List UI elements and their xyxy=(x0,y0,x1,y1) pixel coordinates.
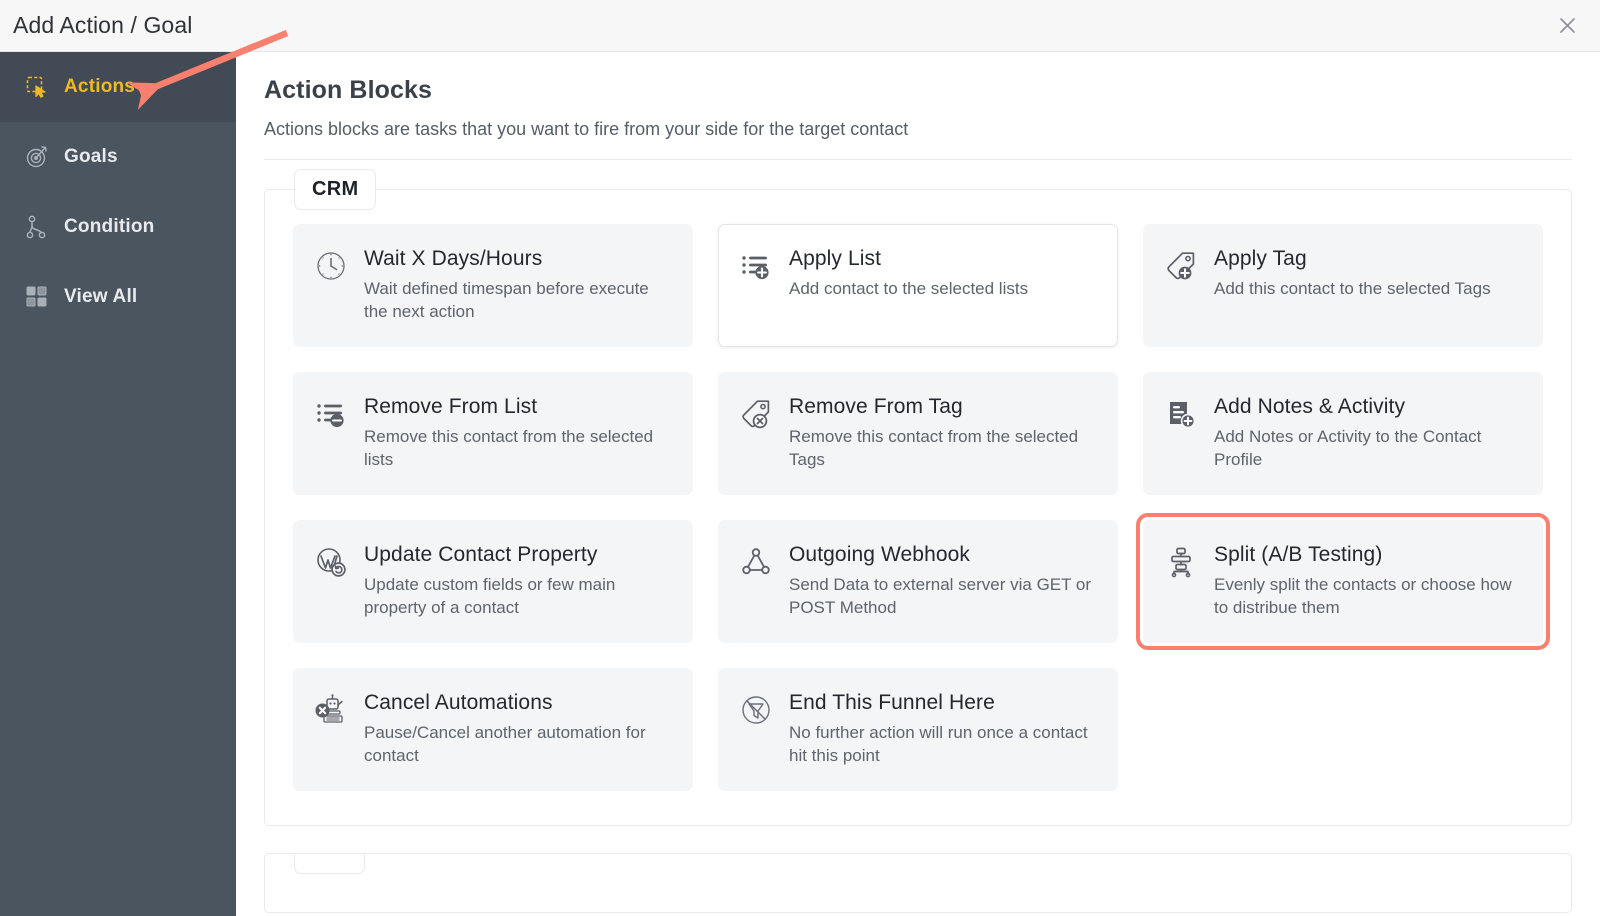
action-card-title: Apply List xyxy=(789,247,1097,271)
action-card-title: Remove From List xyxy=(364,395,672,419)
action-card-desc: No further action will run once a contac… xyxy=(789,722,1097,767)
sidebar-item-goals[interactable]: Goals xyxy=(0,122,236,192)
action-card-split-ab-testing[interactable]: Split (A/B Testing) Evenly split the con… xyxy=(1143,520,1543,643)
split-icon xyxy=(1164,545,1198,579)
action-card-cancel-automations[interactable]: Cancel Automations Pause/Cancel another … xyxy=(293,668,693,791)
sidebar: Actions Goals xyxy=(0,52,236,916)
tag-add-icon xyxy=(1164,249,1198,283)
action-card-title: Add Notes & Activity xyxy=(1214,395,1522,419)
action-card-title: End This Funnel Here xyxy=(789,691,1097,715)
action-card-desc: Send Data to external server via GET or … xyxy=(789,574,1097,619)
clock-icon xyxy=(314,249,348,283)
action-card-add-notes-activity[interactable]: Add Notes & Activity Add Notes or Activi… xyxy=(1143,372,1543,495)
sidebar-item-label: Condition xyxy=(64,216,154,238)
action-card-title: Wait X Days/Hours xyxy=(364,247,672,271)
action-card-remove-from-tag[interactable]: Remove From Tag Remove this contact from… xyxy=(718,372,1118,495)
close-button[interactable] xyxy=(1552,11,1582,41)
action-card-outgoing-webhook[interactable]: Outgoing Webhook Send Data to external s… xyxy=(718,520,1118,643)
add-action-goal-modal: Add Action / Goal Actions xyxy=(0,0,1600,916)
page-title: Action Blocks xyxy=(264,76,1572,105)
webhook-icon xyxy=(739,545,773,579)
branch-icon xyxy=(24,214,50,240)
action-card-desc: Add contact to the selected lists xyxy=(789,278,1097,301)
robot-cancel-icon xyxy=(314,693,348,727)
sidebar-item-actions[interactable]: Actions xyxy=(0,52,236,122)
close-icon xyxy=(1558,16,1577,35)
header-divider xyxy=(264,159,1572,160)
tag-remove-icon xyxy=(739,397,773,431)
category-badge-next xyxy=(294,853,365,874)
action-card-update-contact-property[interactable]: Update Contact Property Update custom fi… xyxy=(293,520,693,643)
cursor-click-icon xyxy=(24,74,50,100)
action-blocks-grid: Wait X Days/Hours Wait defined timespan … xyxy=(293,224,1543,791)
sidebar-item-label: View All xyxy=(64,286,137,308)
target-icon xyxy=(24,144,50,170)
action-card-desc: Evenly split the contacts or choose how … xyxy=(1214,574,1522,619)
action-card-desc: Wait defined timespan before execute the… xyxy=(364,278,672,323)
category-panel-crm: CRM Wait X D xyxy=(264,189,1572,826)
funnel-blocked-icon xyxy=(739,693,773,727)
action-card-apply-list[interactable]: Apply List Add contact to the selected l… xyxy=(718,224,1118,347)
modal-header: Add Action / Goal xyxy=(0,0,1600,52)
modal-title: Add Action / Goal xyxy=(13,12,192,39)
action-card-title: Apply Tag xyxy=(1214,247,1522,271)
action-card-title: Outgoing Webhook xyxy=(789,543,1097,567)
wordpress-refresh-icon xyxy=(314,545,348,579)
list-add-icon xyxy=(739,249,773,283)
page-subtitle: Actions blocks are tasks that you want t… xyxy=(264,119,1572,140)
category-badge: CRM xyxy=(294,169,376,210)
action-card-desc: Update custom fields or few main propert… xyxy=(364,574,672,619)
sidebar-item-label: Goals xyxy=(64,146,118,168)
note-add-icon xyxy=(1164,397,1198,431)
action-card-wait-x-days-hours[interactable]: Wait X Days/Hours Wait defined timespan … xyxy=(293,224,693,347)
action-card-title: Cancel Automations xyxy=(364,691,672,715)
action-card-desc: Add this contact to the selected Tags xyxy=(1214,278,1522,301)
action-card-title: Update Contact Property xyxy=(364,543,672,567)
action-card-remove-from-list[interactable]: Remove From List Remove this contact fro… xyxy=(293,372,693,495)
action-card-desc: Add Notes or Activity to the Contact Pro… xyxy=(1214,426,1522,471)
action-card-title: Remove From Tag xyxy=(789,395,1097,419)
action-card-title: Split (A/B Testing) xyxy=(1214,543,1522,567)
sidebar-item-label: Actions xyxy=(64,76,135,98)
action-card-apply-tag[interactable]: Apply Tag Add this contact to the select… xyxy=(1143,224,1543,347)
main-content: Action Blocks Actions blocks are tasks t… xyxy=(236,52,1600,916)
sidebar-item-view-all[interactable]: View All xyxy=(0,262,236,332)
list-remove-icon xyxy=(314,397,348,431)
category-panel-next xyxy=(264,853,1572,913)
action-card-desc: Remove this contact from the selected Ta… xyxy=(789,426,1097,471)
action-card-end-this-funnel-here[interactable]: End This Funnel Here No further action w… xyxy=(718,668,1118,791)
action-card-desc: Remove this contact from the selected li… xyxy=(364,426,672,471)
grid-icon xyxy=(24,284,50,310)
sidebar-item-condition[interactable]: Condition xyxy=(0,192,236,262)
action-card-desc: Pause/Cancel another automation for cont… xyxy=(364,722,672,767)
